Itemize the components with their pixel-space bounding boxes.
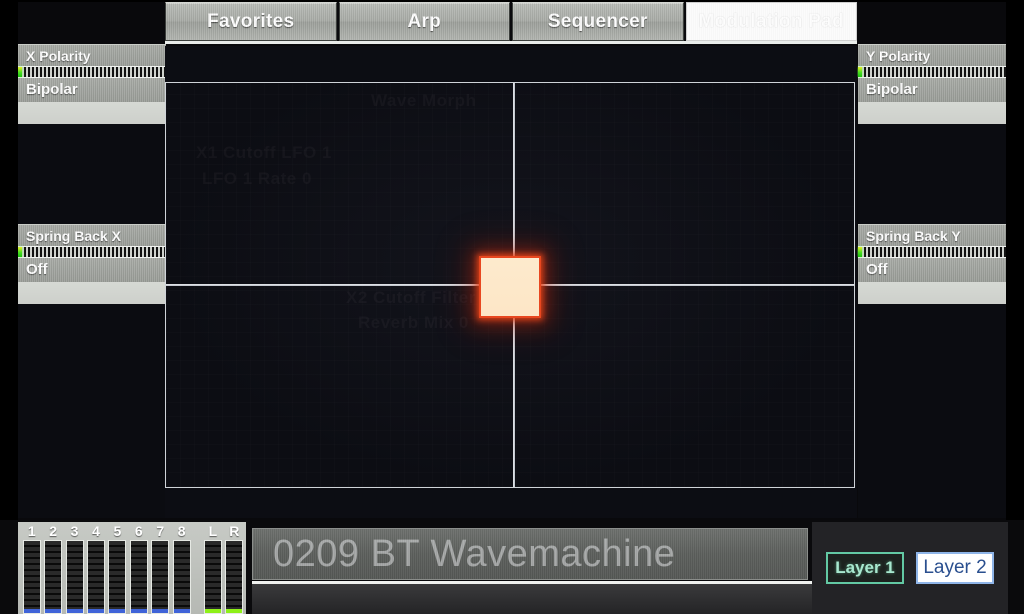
meter-channel-8: 8 (172, 524, 191, 614)
control-spring-back-y-slider[interactable] (858, 246, 1006, 258)
modulation-pad-frame: X1 Cutoff LFO 1 LFO 1 Rate 0 Wave Morph … (165, 82, 855, 488)
tab-modulation-pad-label: Modulation Pad (698, 10, 845, 32)
meter-output-right-body (225, 540, 244, 614)
tab-favorites-label: Favorites (207, 10, 295, 32)
tab-modulation-pad[interactable]: Modulation Pad (685, 2, 857, 41)
meter-channel-6-body (129, 540, 148, 614)
meter-channel-7-body (151, 540, 170, 614)
meter-output-right: R (225, 524, 244, 614)
window-edge-right (1006, 0, 1024, 520)
control-spring-back-x-label: Spring Back X (18, 224, 166, 246)
tab-bar-underline (165, 41, 857, 44)
meter-channel-1-body (22, 540, 41, 614)
meter-channel-7-label: 7 (156, 523, 165, 539)
control-y-polarity-value[interactable]: Bipolar (858, 78, 1006, 102)
modulation-pad-surface[interactable]: X1 Cutoff LFO 1 LFO 1 Rate 0 Wave Morph … (166, 83, 854, 487)
meter-channel-8-label: 8 (177, 523, 186, 539)
control-x-polarity-value[interactable]: Bipolar (18, 78, 166, 102)
meter-output-left-body (203, 540, 222, 614)
control-y-polarity-slider[interactable] (858, 66, 1006, 78)
meter-channel-7: 7 (151, 524, 170, 614)
tab-favorites[interactable]: Favorites (165, 2, 337, 41)
tab-bar: Favorites Arp Sequencer Modulation Pad (165, 2, 857, 41)
meter-group-divider (193, 524, 201, 614)
meter-channel-3: 3 (65, 524, 84, 614)
control-x-polarity: X Polarity Bipolar (18, 44, 166, 124)
control-x-polarity-label: X Polarity (18, 44, 166, 66)
meter-channel-3-label: 3 (70, 523, 79, 539)
meter-output-left-level (204, 609, 221, 613)
control-spring-back-y-slider-thumb[interactable] (858, 247, 862, 257)
tab-arp[interactable]: Arp (338, 2, 510, 41)
meter-channel-5-label: 5 (113, 523, 122, 539)
meter-channel-3-body (65, 540, 84, 614)
meter-channel-6-label: 6 (134, 523, 143, 539)
control-spring-back-y-tray (858, 282, 1006, 304)
bottom-bar: 1 2 3 4 5 6 7 8 L R 0209 BT Wavemachine … (0, 520, 1024, 614)
control-spring-back-x-value[interactable]: Off (18, 258, 166, 282)
meter-channel-2-level (45, 609, 62, 613)
control-spring-back-y: Spring Back Y Off (858, 224, 1006, 304)
window-edge-top (0, 0, 1024, 2)
tab-sequencer[interactable]: Sequencer (512, 2, 684, 41)
control-y-polarity-slider-thumb[interactable] (858, 67, 862, 77)
control-y-polarity-tray (858, 102, 1006, 124)
meter-output-right-level (226, 609, 243, 613)
modulation-pad-area: X1 Cutoff LFO 1 LFO 1 Rate 0 Wave Morph … (165, 46, 857, 518)
layer-2-label: Layer 2 (923, 557, 987, 578)
control-spring-back-y-label: Spring Back Y (858, 224, 1006, 246)
preset-display-shelf (252, 584, 812, 614)
window-edge-left (0, 0, 18, 520)
meter-channel-5-body (108, 540, 127, 614)
layer-1-label: Layer 1 (835, 558, 895, 577)
meter-channel-4-label: 4 (92, 523, 100, 539)
layer-selector: Layer 1 Layer 2 (812, 522, 1008, 614)
meter-channel-8-level (173, 609, 190, 613)
tab-arp-label: Arp (407, 10, 442, 32)
meter-output-left: L (203, 524, 222, 614)
meter-channel-2-body (44, 540, 63, 614)
control-x-polarity-tray (18, 102, 166, 124)
meter-channel-1-level (23, 609, 40, 613)
control-spring-back-x-tray (18, 282, 166, 304)
meter-channel-2: 2 (43, 523, 63, 614)
control-spring-back-x: Spring Back X Off (18, 224, 166, 304)
pad-cursor-handle[interactable] (479, 256, 541, 318)
layer-2-button[interactable]: Layer 2 (916, 552, 994, 584)
meter-channel-8-body (172, 540, 191, 614)
preset-name-text: 0209 BT Wavemachine (273, 532, 676, 575)
left-control-panel: X Polarity Bipolar Spring Back X Off (18, 44, 166, 518)
meter-channel-5-level (109, 609, 126, 613)
meter-channel-6: 6 (129, 524, 148, 614)
meter-channel-2-label: 2 (49, 523, 58, 539)
preset-name-display[interactable]: 0209 BT Wavemachine (252, 528, 808, 580)
control-spring-back-y-value[interactable]: Off (858, 258, 1006, 282)
meter-channel-7-level (152, 609, 169, 613)
plugin-window: Favorites Arp Sequencer Modulation Pad X… (0, 0, 1024, 614)
meter-channel-4: 4 (86, 524, 105, 614)
control-spring-back-x-slider[interactable] (18, 246, 166, 258)
meter-channel-6-level (130, 609, 147, 613)
meter-channel-4-body (86, 540, 105, 614)
meter-channel-1: 1 (22, 524, 41, 614)
meter-channel-5: 5 (108, 524, 127, 614)
layer-1-button[interactable]: Layer 1 (826, 552, 904, 584)
meter-output-right-label: R (229, 523, 240, 539)
control-x-polarity-slider-thumb[interactable] (18, 67, 22, 77)
meter-channel-1-label: 1 (27, 523, 36, 539)
control-x-polarity-slider[interactable] (18, 66, 166, 78)
control-y-polarity-label: Y Polarity (858, 44, 1006, 66)
meter-channel-3-level (66, 609, 83, 613)
right-control-panel: Y Polarity Bipolar Spring Back Y Off (858, 44, 1006, 518)
control-y-polarity: Y Polarity Bipolar (858, 44, 1006, 124)
control-spring-back-x-slider-thumb[interactable] (18, 247, 22, 257)
meter-channel-4-level (87, 609, 104, 613)
meter-output-left-label: L (208, 523, 218, 539)
level-meter-strip: 1 2 3 4 5 6 7 8 L R (18, 522, 246, 614)
tab-sequencer-label: Sequencer (547, 10, 648, 32)
